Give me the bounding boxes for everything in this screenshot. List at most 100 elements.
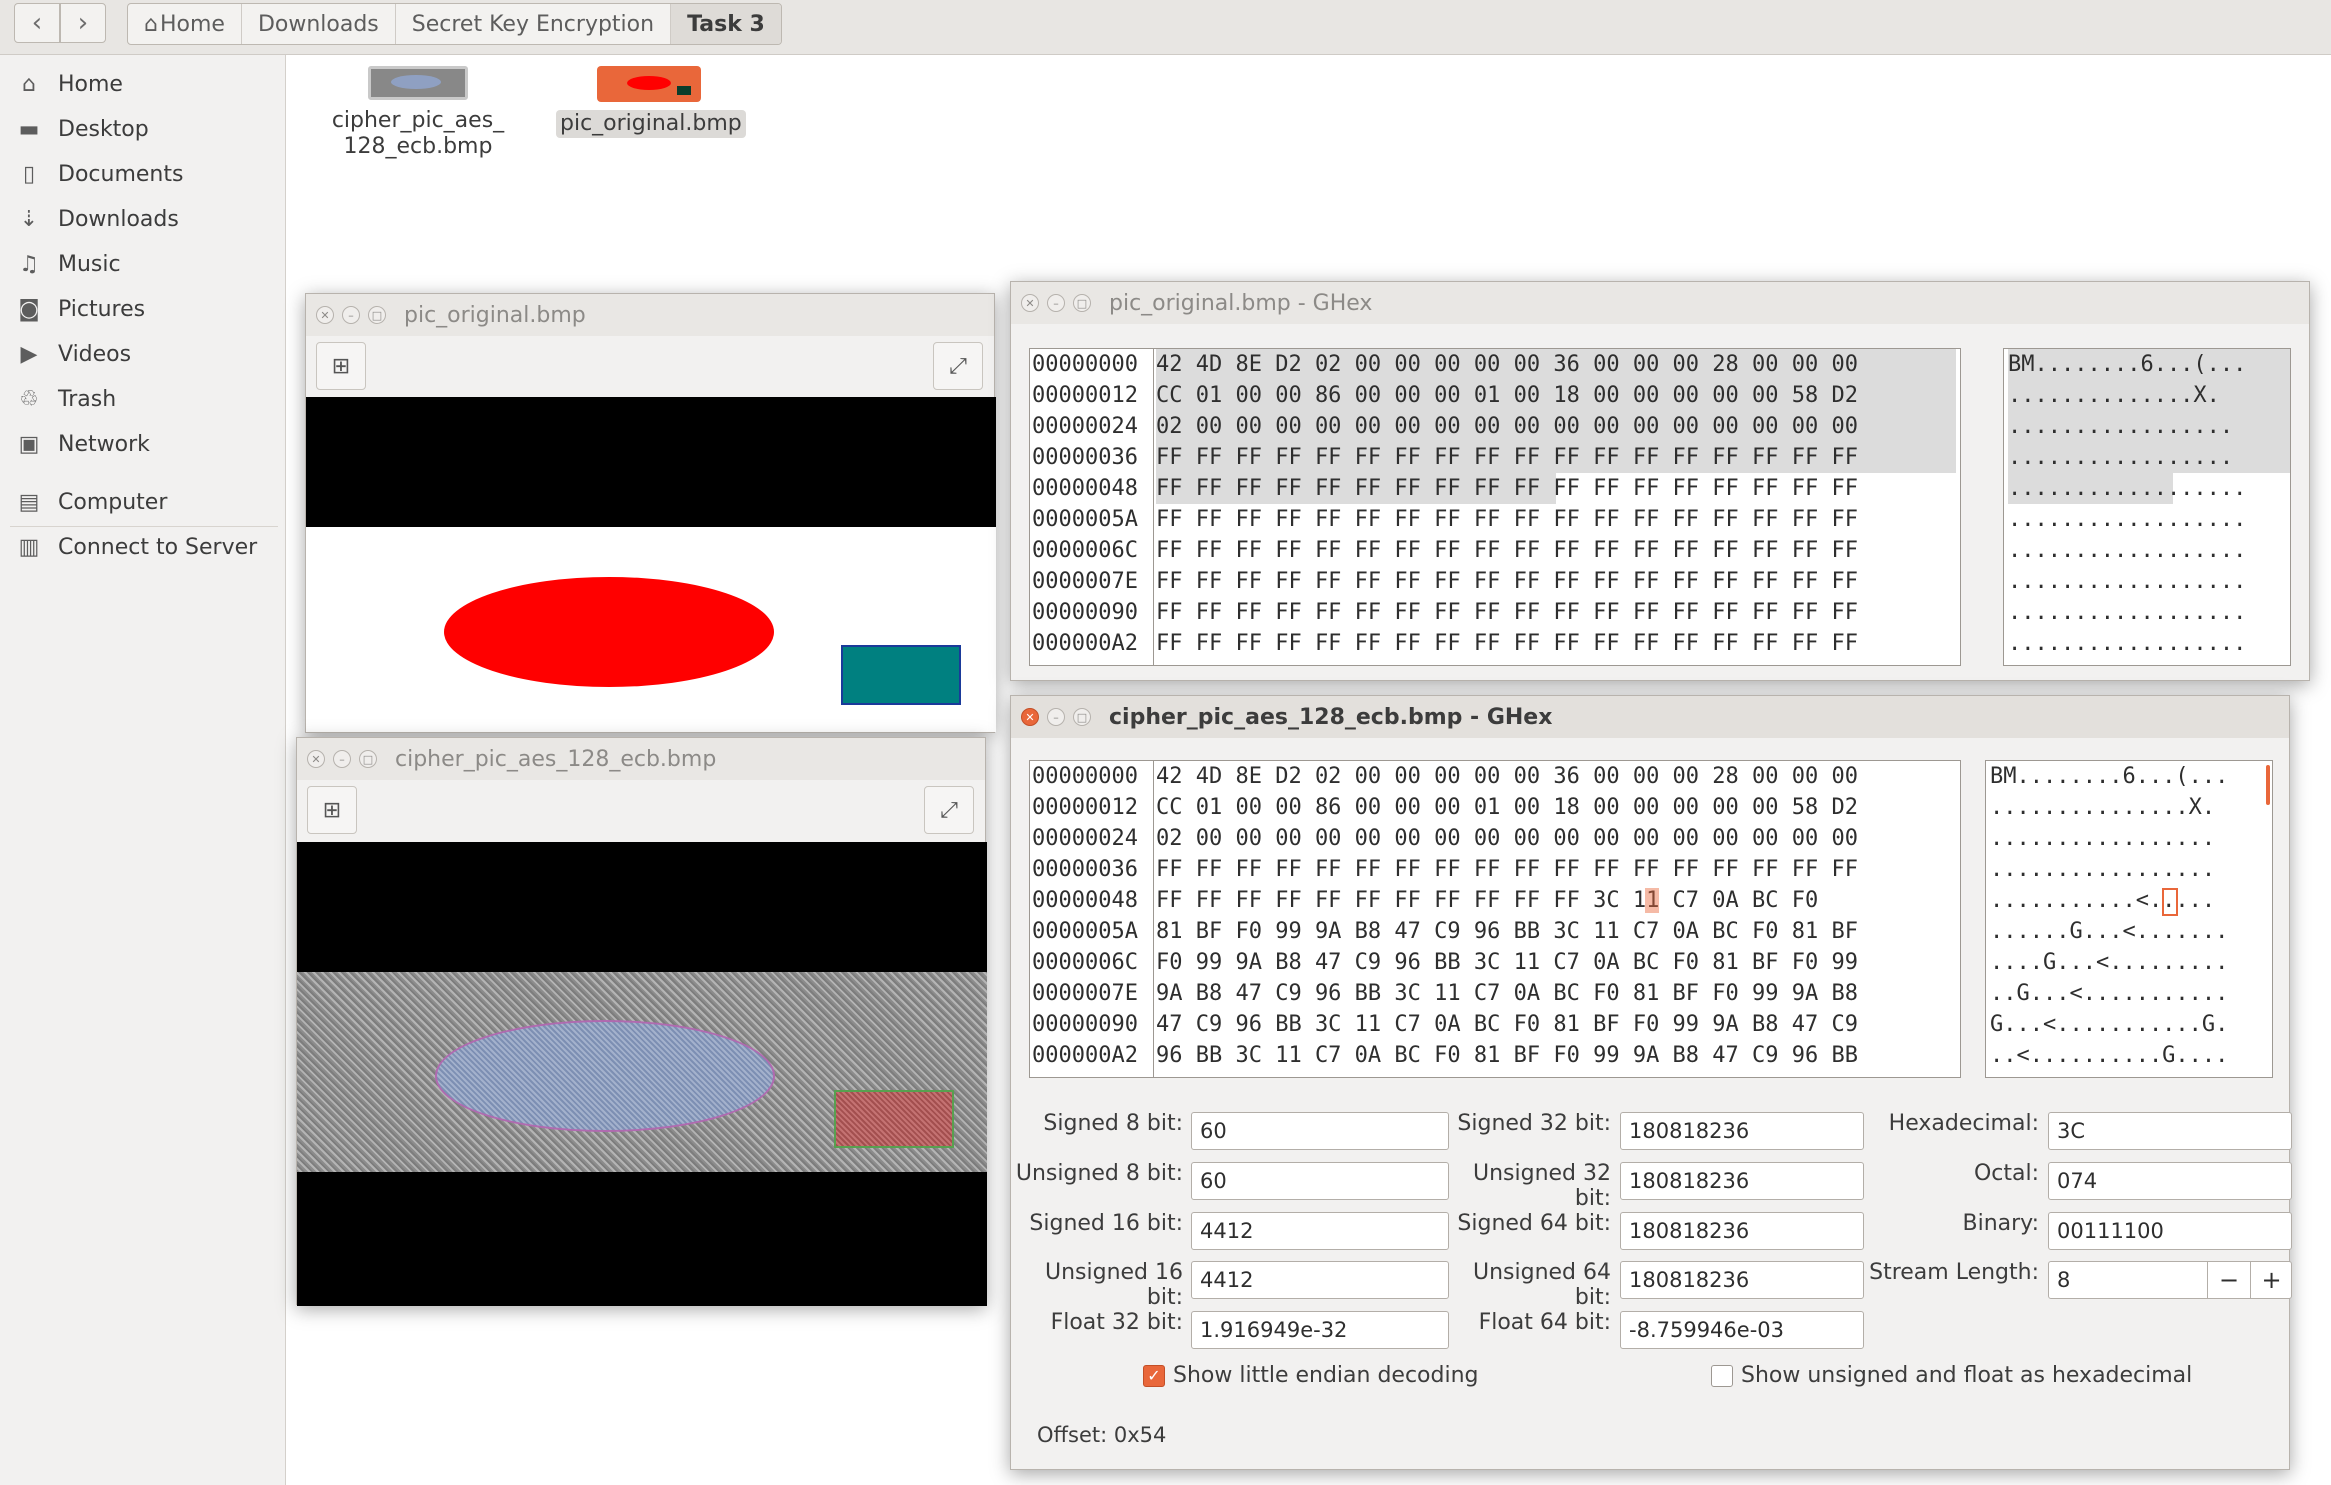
maximize-button[interactable]: □ <box>1073 708 1091 726</box>
image-canvas <box>297 842 987 1306</box>
unsigned-32bit-field[interactable]: 180818236 <box>1620 1162 1864 1200</box>
titlebar: ✕ – □ cipher_pic_aes_128_ecb.bmp <box>297 738 985 780</box>
label-unsigned-64bit: Unsigned 64 bit: <box>1472 1260 1611 1310</box>
titlebar: ✕ – □ pic_original.bmp <box>306 294 994 336</box>
image-thumbnail-icon <box>597 66 701 102</box>
float-64bit-field[interactable]: -8.759946e-03 <box>1620 1311 1864 1349</box>
minimize-button[interactable]: – <box>1047 708 1065 726</box>
signed-8bit-field[interactable]: 60 <box>1191 1112 1449 1150</box>
label-signed-8bit: Signed 8 bit: <box>1043 1111 1183 1136</box>
close-icon: ✕ <box>320 308 330 322</box>
back-button[interactable]: ‹ <box>14 3 60 43</box>
minimize-icon: – <box>339 752 345 766</box>
label-float-64bit: Float 64 bit: <box>1478 1310 1611 1335</box>
ascii-view[interactable]: BM........6...(... ...............X. ...… <box>1985 760 2273 1078</box>
crumb-secret-key-encryption[interactable]: Secret Key Encryption <box>396 4 672 44</box>
binary-field[interactable]: 00111100 <box>2048 1212 2292 1250</box>
label-signed-32bit: Signed 32 bit: <box>1457 1111 1611 1136</box>
checkbox-checked-icon[interactable]: ✓ <box>1143 1364 1165 1387</box>
minimize-icon: – <box>1053 710 1059 724</box>
ascii-view[interactable]: BM........6...(... ..............X. ....… <box>2003 348 2291 666</box>
decrement-button[interactable]: − <box>2207 1262 2250 1298</box>
hex-view[interactable]: 00000000 00000012 00000024 00000036 0000… <box>1029 348 1961 666</box>
increment-button[interactable]: + <box>2250 1262 2292 1298</box>
sidebar-item-documents[interactable]: ▯ Documents <box>0 152 286 197</box>
minimize-button[interactable]: – <box>333 750 351 768</box>
maximize-button[interactable]: □ <box>359 750 377 768</box>
label-unsigned-16bit: Unsigned 16 bit: <box>1044 1260 1183 1310</box>
label-stream-length: Stream Length: <box>1869 1260 2039 1285</box>
unsigned-8bit-field[interactable]: 60 <box>1191 1162 1449 1200</box>
hex-view[interactable]: 00000000 00000012 00000024 00000036 0000… <box>1029 760 1961 1078</box>
close-button[interactable]: ✕ <box>1021 708 1039 726</box>
file-cipher-pic[interactable]: cipher_pic_aes_ 128_ecb.bmp <box>320 66 516 160</box>
sidebar-item-trash[interactable]: ♲ Trash <box>0 377 286 422</box>
blue-ellipse <box>435 1020 775 1132</box>
chevron-right-icon: › <box>77 8 89 38</box>
octal-field[interactable]: 074 <box>2048 1162 2292 1200</box>
document-icon: ▯ <box>22 162 36 187</box>
red-ellipse <box>444 577 774 687</box>
ghex-window-cipher: ✕ – □ cipher_pic_aes_128_ecb.bmp - GHex … <box>1010 695 2292 1470</box>
close-button[interactable]: ✕ <box>1021 294 1039 312</box>
file-pic-original[interactable]: pic_original.bmp <box>556 66 746 138</box>
maximize-icon: □ <box>371 308 383 322</box>
crumb-home[interactable]: ⌂ Home <box>128 4 242 44</box>
hex-bytes: 42 4D 8E D2 02 00 00 00 00 00 36 00 00 0… <box>1156 761 1956 1077</box>
sidebar-item-network[interactable]: ▣ Network <box>0 422 286 467</box>
close-icon: ✕ <box>311 752 321 766</box>
maximize-button[interactable]: □ <box>1073 294 1091 312</box>
image-thumbnail-icon <box>368 66 468 100</box>
label-float-32bit: Float 32 bit: <box>1050 1310 1183 1335</box>
checkbox-unchecked-icon[interactable] <box>1711 1364 1733 1387</box>
unsigned-64bit-field[interactable]: 180818236 <box>1620 1261 1864 1299</box>
sidebar-item-downloads[interactable]: ⇣ Downloads <box>0 197 286 242</box>
sidebar-item-desktop[interactable]: ▬ Desktop <box>0 107 286 152</box>
minimize-button[interactable]: – <box>342 306 360 324</box>
selected-file-label: pic_original.bmp <box>556 110 746 138</box>
hexadecimal-field[interactable]: 3C <box>2048 1112 2292 1150</box>
signed-32bit-field[interactable]: 180818236 <box>1620 1112 1864 1150</box>
fullscreen-button[interactable]: ⤢ <box>924 786 974 834</box>
close-icon: ✕ <box>1025 710 1035 724</box>
crumb-task-3[interactable]: Task 3 <box>671 4 781 44</box>
maximize-button[interactable]: □ <box>368 306 386 324</box>
close-button[interactable]: ✕ <box>307 750 325 768</box>
sidebar-item-computer[interactable]: ▤ Computer <box>0 480 286 525</box>
fullscreen-button[interactable]: ⤢ <box>933 342 983 390</box>
viewer-window-cipher: ✕ – □ cipher_pic_aes_128_ecb.bmp ⊞ ⤢ <box>296 737 987 1306</box>
offset-status: Offset: 0x54 <box>1037 1423 1167 1447</box>
gallery-button[interactable]: ⊞ <box>307 786 357 834</box>
music-icon: ♫ <box>19 252 39 277</box>
sidebar-item-videos[interactable]: ▶ Videos <box>0 332 286 377</box>
folder-icon: ▬ <box>18 117 40 142</box>
maximize-icon: □ <box>1076 710 1088 724</box>
gallery-button[interactable]: ⊞ <box>316 342 366 390</box>
ghex-window-original: ✕ – □ pic_original.bmp - GHex 00000000 0… <box>1010 281 2310 681</box>
crumb-downloads[interactable]: Downloads <box>242 4 396 44</box>
stream-length-value[interactable]: 8 <box>2049 1268 2070 1292</box>
offset-column: 00000000 00000012 00000024 00000036 0000… <box>1030 761 1154 1077</box>
float-32bit-field[interactable]: 1.916949e-32 <box>1191 1311 1449 1349</box>
scrollbar-thumb[interactable] <box>2266 765 2270 805</box>
close-button[interactable]: ✕ <box>316 306 334 324</box>
sidebar-item-home[interactable]: ⌂ Home <box>0 62 286 107</box>
signed-16bit-field[interactable]: 4412 <box>1191 1212 1449 1250</box>
unsigned-hex-toggle[interactable]: Show unsigned and float as hexadecimal <box>1711 1363 2192 1388</box>
sidebar-item-pictures[interactable]: ◙ Pictures <box>0 287 286 332</box>
cursor-row: FF FF FF FF FF FF FF FF FF FF FF 3C 11 C… <box>1156 888 1819 913</box>
signed-64bit-field[interactable]: 180818236 <box>1620 1212 1864 1250</box>
little-endian-toggle[interactable]: ✓ Show little endian decoding <box>1143 1363 1479 1388</box>
titlebar: ✕ – □ cipher_pic_aes_128_ecb.bmp - GHex <box>1011 696 2289 738</box>
home-icon: ⌂ <box>22 72 36 97</box>
sidebar-item-music[interactable]: ♫ Music <box>0 242 286 287</box>
minimize-icon: – <box>1053 296 1059 310</box>
minimize-button[interactable]: – <box>1047 294 1065 312</box>
unsigned-16bit-field[interactable]: 4412 <box>1191 1261 1449 1299</box>
forward-button[interactable]: › <box>60 3 106 43</box>
sidebar-item-connect-to-server[interactable]: ▥ Connect to Server <box>0 525 286 570</box>
label-octal: Octal: <box>1973 1161 2039 1186</box>
expand-icon: ⤢ <box>940 797 958 823</box>
places-sidebar: ⌂ Home ▬ Desktop ▯ Documents ⇣ Downloads ♫ Mu… <box>0 55 286 1485</box>
stream-length-spinner: 8 − + <box>2048 1261 2292 1299</box>
